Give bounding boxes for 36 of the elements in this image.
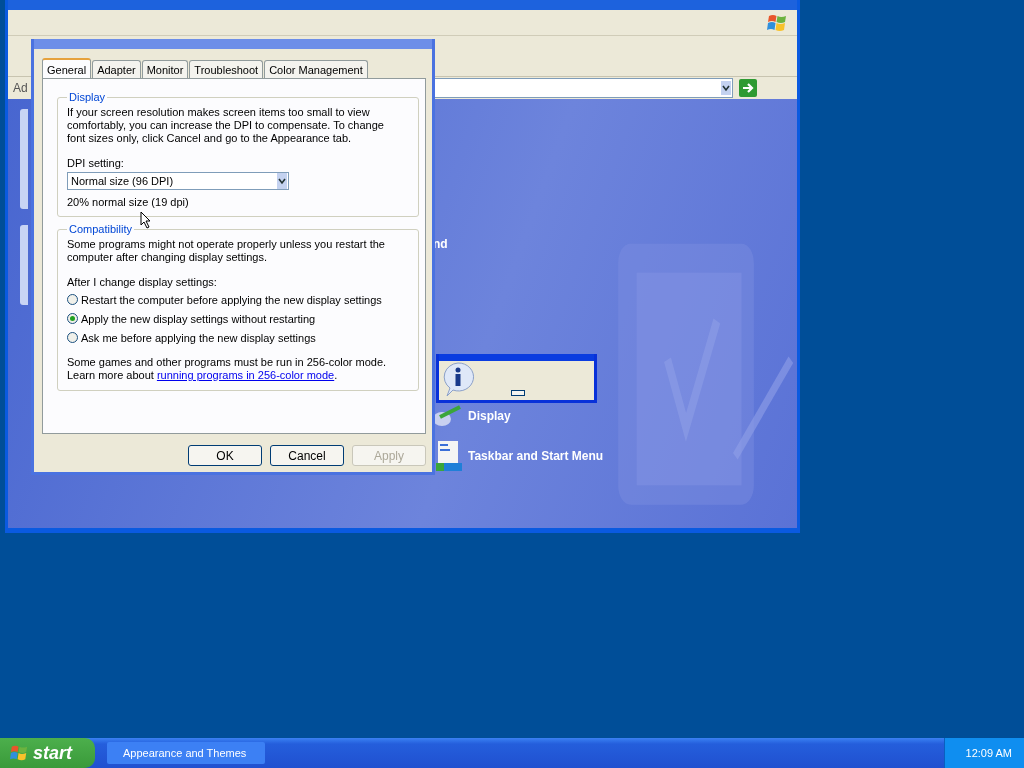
description-text: If your screen resolution makes screen items too small to view comfortably, you can increase the DPI to compensate. To change font sizes only, click Cancel and go to the Appearance tab. (67, 106, 385, 145)
radio-button[interactable] (67, 332, 78, 343)
tab[interactable]: Color Management (264, 60, 368, 78)
cursor-icon (140, 211, 152, 229)
tab[interactable]: Adapter (92, 60, 141, 78)
caret-icon[interactable] (277, 173, 287, 189)
radio-button[interactable] (67, 313, 78, 324)
help-link[interactable]: running programs in 256-color mode (156, 369, 335, 381)
group-title: Compatibility (68, 223, 133, 235)
radio-option[interactable]: Restart the computer before applying the new display settings (67, 292, 382, 307)
windows-logo-icon (767, 12, 787, 33)
address-label: Ad (13, 81, 29, 95)
taskbar-button[interactable]: Appearance and Themes (107, 742, 265, 764)
windows-logo-icon (10, 744, 28, 762)
clock: 12:09 AM (965, 747, 1012, 759)
prompt-label: After I change display settings: (67, 276, 217, 288)
category-link[interactable]: Taskbar and Start Menu (468, 449, 604, 463)
taskbar-icon[interactable] (436, 441, 462, 471)
dialog-button[interactable]: Cancel (270, 445, 344, 466)
tab[interactable]: Troubleshoot (189, 60, 264, 78)
radio-option[interactable]: Apply the new display settings without restarting (67, 311, 316, 326)
dpi-note: 20% normal size (19 dpi) (67, 196, 189, 208)
tab[interactable]: Monitor (141, 60, 189, 78)
group-title: Display (68, 91, 107, 103)
tab[interactable]: General (42, 58, 92, 79)
go-arrow-icon[interactable] (739, 79, 757, 97)
radio-button[interactable] (67, 294, 78, 305)
dpi-label: DPI setting: (67, 157, 124, 169)
note-text: Some games and other programs must be run in 256-color mode. Learn more about running programs in 256-color mode. (67, 356, 388, 382)
dropdown-icon[interactable] (721, 81, 731, 95)
info-icon (441, 361, 475, 397)
radio-option[interactable]: Ask me before applying the new display settings (67, 330, 316, 345)
category-link[interactable]: Display (468, 409, 511, 423)
description-text: Some programs might not operate properly unless you restart the computer after changing display settings. (67, 238, 386, 264)
dpi-dropdown[interactable]: Normal size (96 DPI) (67, 172, 289, 190)
dialog-button[interactable]: OK (188, 445, 262, 466)
